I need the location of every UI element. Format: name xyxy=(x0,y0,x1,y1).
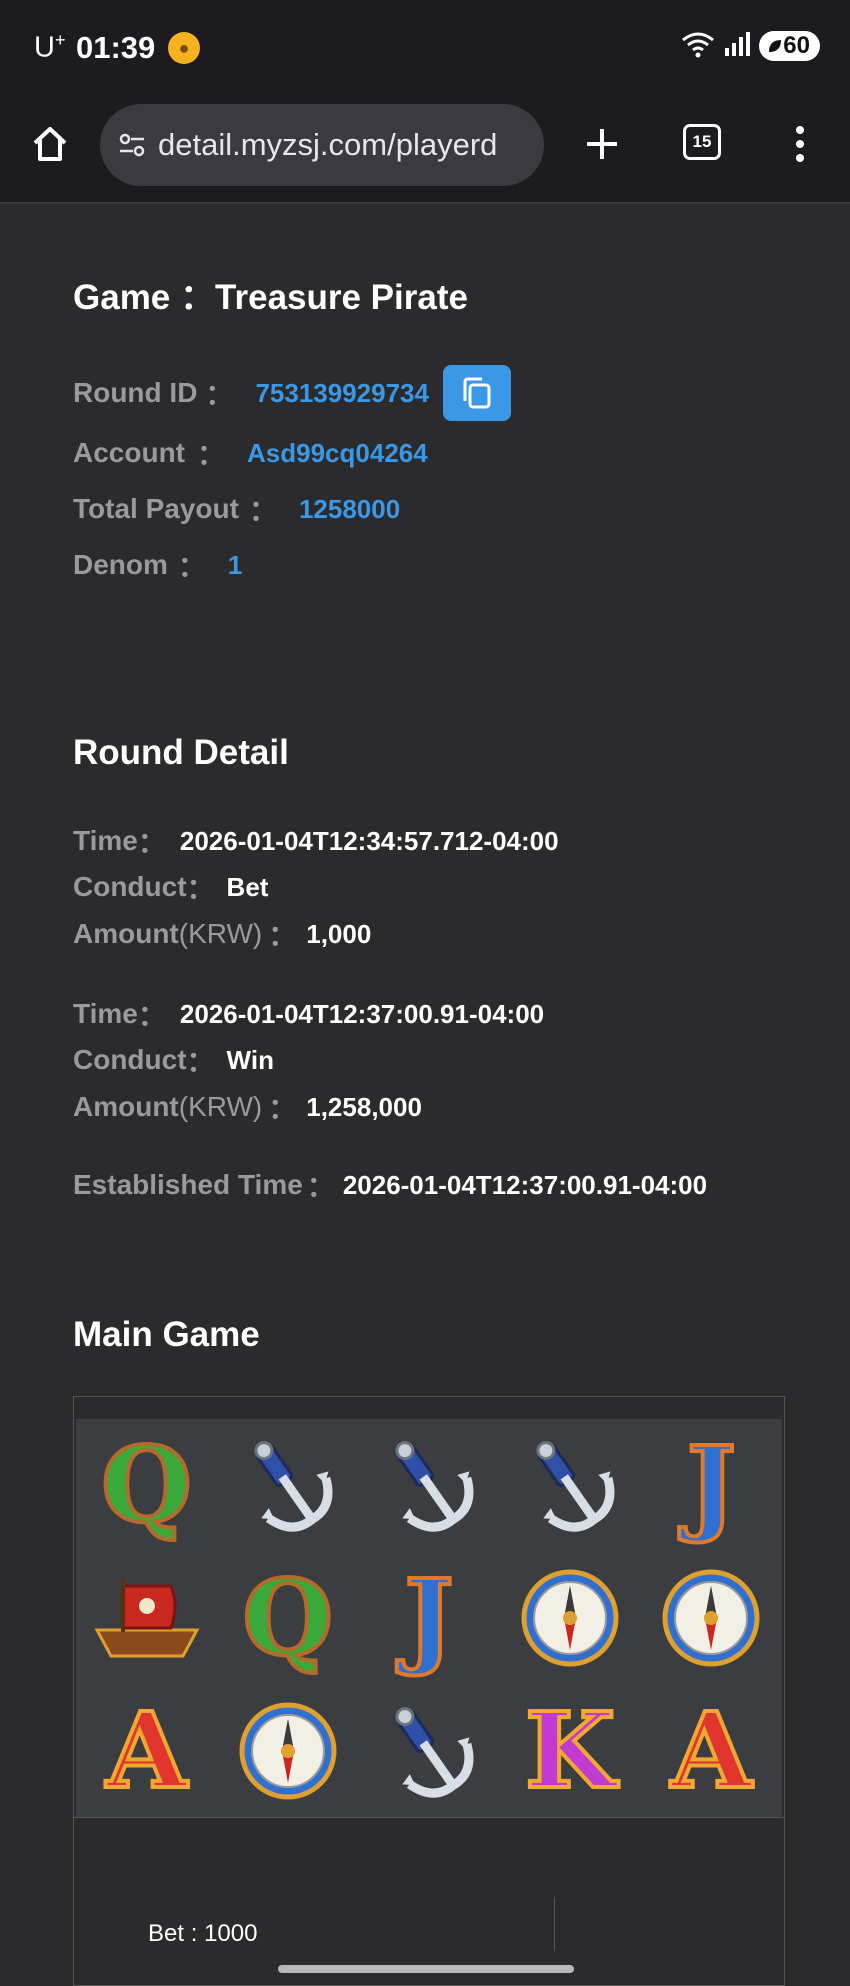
win-amount-value: 1,258,000 xyxy=(306,1091,422,1122)
notification-icon: ● xyxy=(168,32,200,64)
reel-cell: K xyxy=(500,1684,641,1817)
anchor-symbol-icon xyxy=(536,1441,615,1532)
home-button[interactable] xyxy=(24,118,76,170)
denom-label: Denom xyxy=(73,549,168,580)
more-menu-button[interactable] xyxy=(780,116,820,172)
letter-a-symbol: A xyxy=(669,1688,754,1812)
reel-cell: Q xyxy=(217,1552,358,1685)
reel-cell xyxy=(76,1552,217,1685)
compass-symbol-icon xyxy=(239,1702,337,1800)
battery-level: 60 xyxy=(783,32,810,59)
game-title: Game ：Treasure Pirate xyxy=(73,278,468,317)
tab-count: 15 xyxy=(683,124,721,160)
divider xyxy=(554,1897,555,1951)
total-payout-row: Total Payout ： 1258000 xyxy=(73,493,401,526)
reel-cell xyxy=(500,1552,641,1685)
letter-a-symbol: A xyxy=(104,1688,189,1812)
bet-time-value: 2026-01-04T12:34:57.712-04:00 xyxy=(179,825,559,856)
account-label: Account xyxy=(73,437,185,468)
round-id-value[interactable]: 753139929734 xyxy=(255,378,429,409)
round-id-row: Round ID ： 753139929734 xyxy=(73,365,511,421)
bet-conduct-value: Bet xyxy=(226,871,269,902)
home-icon xyxy=(33,127,67,161)
reel-cell: J xyxy=(358,1552,499,1685)
signal-icon xyxy=(723,30,751,63)
total-payout-value: 1258000 xyxy=(298,493,401,524)
reel-cell xyxy=(217,1419,358,1552)
divider xyxy=(74,1817,784,1818)
status-indicators: 60 xyxy=(681,28,820,64)
win-time-value: 2026-01-04T12:37:00.91-04:00 xyxy=(179,998,545,1029)
reel-cell xyxy=(358,1419,499,1552)
win-amount-row: Amount (KRW)： 1,258,000 xyxy=(73,1091,422,1124)
letter-j-symbol: J xyxy=(402,1555,455,1679)
win-conduct-row: Conduct： Win xyxy=(73,1044,274,1077)
reel-cell: Q xyxy=(76,1419,217,1552)
round-detail-title: Round Detail xyxy=(73,733,289,772)
more-vert-icon xyxy=(796,126,804,162)
established-time-label: Established Time xyxy=(73,1169,303,1200)
win-conduct-value: Win xyxy=(226,1044,274,1075)
status-time: 01:39 xyxy=(76,30,156,65)
battery-indicator: 60 xyxy=(759,31,820,61)
total-payout-label: Total Payout xyxy=(73,493,239,524)
anchor-symbol-icon xyxy=(395,1441,474,1532)
reel-cell: J xyxy=(641,1419,782,1552)
carrier-label: U+ xyxy=(34,30,66,64)
letter-q-symbol: Q xyxy=(240,1555,335,1679)
denom-row: Denom ： 1 xyxy=(73,549,243,582)
address-bar[interactable]: detail.myzsj.com/playerd xyxy=(100,104,544,186)
reel-cell: A xyxy=(76,1684,217,1817)
round-id-label: Round ID xyxy=(73,377,198,408)
bet-amount-row: Amount (KRW)： 1,000 xyxy=(73,918,372,951)
established-time-value: 2026-01-04T12:37:00.91-04:00 xyxy=(342,1169,708,1200)
url-text: detail.myzsj.com/playerd xyxy=(158,127,498,162)
tab-switcher-button[interactable]: 15 xyxy=(680,120,724,164)
plus-icon xyxy=(587,129,617,159)
denom-value: 1 xyxy=(227,549,243,580)
letter-k-symbol: K xyxy=(523,1688,617,1812)
browser-toolbar: detail.myzsj.com/playerd 15 xyxy=(0,96,850,204)
anchor-symbol-icon xyxy=(254,1441,333,1532)
compass-symbol-icon xyxy=(662,1569,760,1667)
bet-label: Bet : 1000 xyxy=(148,1920,258,1947)
reel-panel: QJQJAKA Bet : 1000 xyxy=(73,1396,785,1986)
reel-cell xyxy=(217,1684,358,1817)
account-row: Account ： Asd99cq04264 xyxy=(73,437,428,470)
main-game-title: Main Game xyxy=(73,1315,260,1354)
gesture-bar[interactable] xyxy=(278,1965,574,1973)
reel-cell xyxy=(641,1552,782,1685)
account-value[interactable]: Asd99cq04264 xyxy=(247,438,428,469)
copy-icon xyxy=(463,377,491,409)
reel-cell xyxy=(358,1684,499,1817)
reel-cell: A xyxy=(641,1684,782,1817)
leaf-icon xyxy=(769,40,782,52)
letter-q-symbol: Q xyxy=(99,1423,194,1547)
reel-grid: QJQJAKA xyxy=(76,1419,782,1817)
bet-amount-value: 1,000 xyxy=(306,918,372,949)
site-settings-icon[interactable] xyxy=(114,127,150,163)
copy-button[interactable] xyxy=(442,365,511,421)
compass-symbol-icon xyxy=(521,1569,619,1667)
bet-conduct-row: Conduct： Bet xyxy=(73,871,269,904)
wifi-icon xyxy=(681,30,715,63)
reel-cell xyxy=(500,1419,641,1552)
new-tab-button[interactable] xyxy=(574,116,630,172)
bet-time-row: Time： 2026-01-04T12:34:57.712-04:00 xyxy=(73,825,559,858)
established-time-row: Established Time： 2026-01-04T12:37:00.91… xyxy=(73,1169,708,1202)
letter-j-symbol: J xyxy=(685,1423,738,1547)
ship-symbol-icon xyxy=(94,1577,200,1658)
status-bar: U+ 01:39 ● 60 xyxy=(0,0,850,96)
win-time-row: Time： 2026-01-04T12:37:00.91-04:00 xyxy=(73,998,545,1031)
anchor-symbol-icon xyxy=(395,1706,474,1798)
